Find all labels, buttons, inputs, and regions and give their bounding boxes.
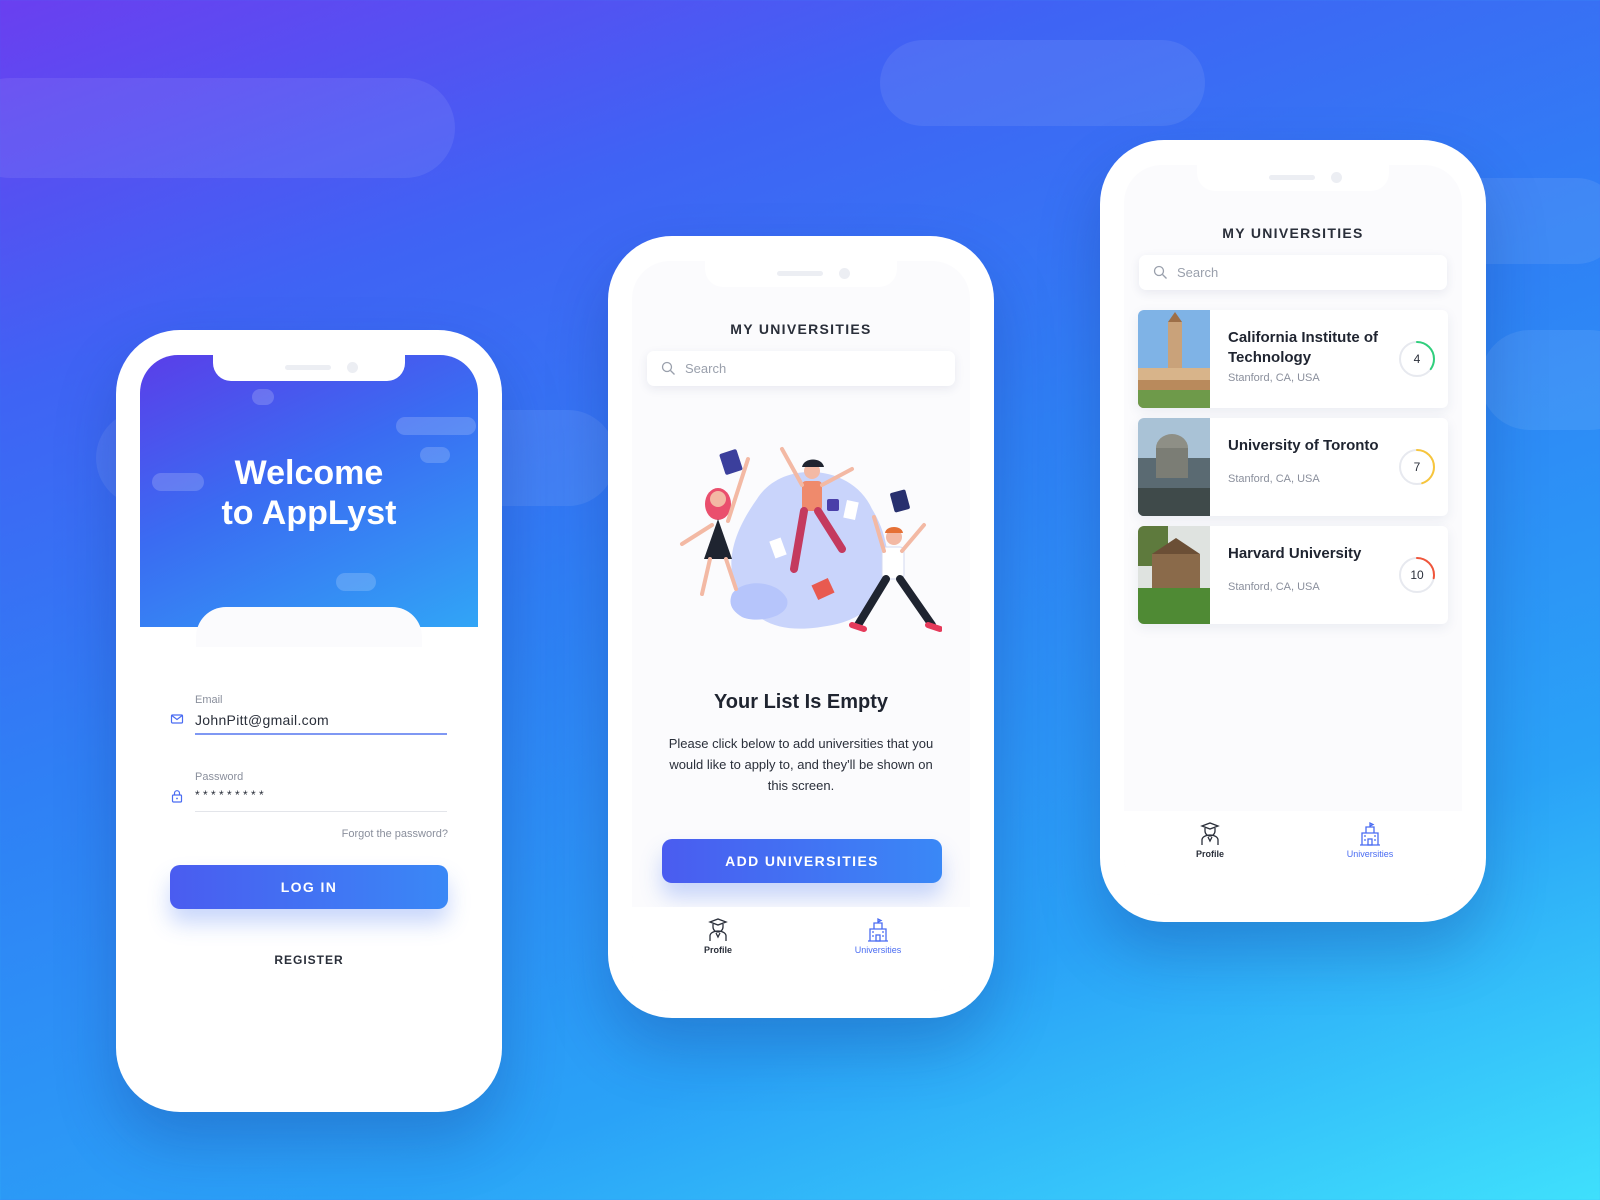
password-field[interactable]: * * * * * * * * * bbox=[195, 788, 264, 802]
hero-curve bbox=[196, 607, 422, 647]
university-location: Stanford, CA, USA bbox=[1228, 581, 1320, 593]
university-list-screen: MY UNIVERSITIES Search California Instit… bbox=[1124, 165, 1462, 895]
welcome-line-2: to AppLyst bbox=[221, 494, 397, 532]
score-value: 10 bbox=[1410, 568, 1424, 582]
tab-universities[interactable]: Universities bbox=[1310, 821, 1430, 859]
page-title: MY UNIVERSITIES bbox=[730, 321, 872, 337]
university-card[interactable]: California Institute of Technology Stanf… bbox=[1138, 310, 1448, 408]
background-shape bbox=[1480, 330, 1600, 430]
university-card[interactable]: Harvard University Stanford, CA, USA 10 bbox=[1138, 526, 1448, 624]
score-ring: 10 bbox=[1398, 556, 1436, 594]
jumping-students-illustration bbox=[680, 447, 942, 632]
email-field[interactable]: JohnPitt@gmail.com bbox=[195, 712, 329, 728]
login-screen: Welcome to AppLyst Email JohnPitt@gmail.… bbox=[140, 355, 478, 1085]
search-placeholder: Search bbox=[685, 361, 727, 376]
lock-icon bbox=[171, 790, 183, 803]
tab-label: Universities bbox=[854, 945, 902, 955]
login-button[interactable]: LOG IN bbox=[170, 865, 448, 909]
mail-icon bbox=[170, 714, 184, 724]
tab-label: Profile bbox=[1195, 849, 1224, 859]
university-card[interactable]: University of Toronto Stanford, CA, USA … bbox=[1138, 418, 1448, 516]
search-icon bbox=[1153, 265, 1167, 279]
phone-login: Welcome to AppLyst Email JohnPitt@gmail.… bbox=[116, 330, 502, 1112]
empty-state-description: Please click below to add universities t… bbox=[668, 736, 934, 793]
university-name: Harvard University bbox=[1228, 545, 1362, 562]
graduate-icon bbox=[1200, 822, 1220, 845]
university-icon bbox=[1360, 821, 1380, 846]
score-ring: 7 bbox=[1398, 448, 1436, 486]
phone-notch bbox=[213, 355, 405, 381]
search-input[interactable]: Search bbox=[1139, 255, 1447, 290]
email-label: Email bbox=[195, 694, 223, 706]
tab-profile[interactable]: Profile bbox=[1150, 821, 1270, 859]
score-ring: 4 bbox=[1398, 340, 1436, 378]
score-value: 7 bbox=[1413, 460, 1421, 474]
university-photo bbox=[1138, 310, 1210, 408]
phone-notch bbox=[1197, 165, 1389, 191]
tab-universities[interactable]: Universities bbox=[818, 917, 938, 955]
background-shape bbox=[880, 40, 1205, 126]
tab-bar: Profile Universities bbox=[1124, 811, 1462, 895]
password-underline bbox=[195, 811, 447, 812]
phone-university-list: MY UNIVERSITIES Search California Instit… bbox=[1100, 140, 1486, 922]
add-universities-button[interactable]: ADD UNIVERSITIES bbox=[662, 839, 942, 883]
search-input[interactable]: Search bbox=[647, 351, 955, 386]
tab-bar: Profile Universities bbox=[632, 907, 970, 991]
search-icon bbox=[661, 361, 675, 375]
tab-label: Profile bbox=[703, 945, 732, 955]
university-location: Stanford, CA, USA bbox=[1228, 473, 1320, 485]
search-placeholder: Search bbox=[1177, 265, 1219, 280]
email-underline bbox=[195, 733, 447, 735]
tab-label: Universities bbox=[1346, 849, 1394, 859]
welcome-heading: Welcome to AppLyst bbox=[140, 453, 478, 533]
university-photo bbox=[1138, 526, 1210, 624]
background-shape bbox=[0, 78, 455, 178]
empty-list-screen: MY UNIVERSITIES Search Your List Is Empt… bbox=[632, 261, 970, 991]
register-link[interactable]: REGISTER bbox=[140, 953, 478, 967]
password-label: Password bbox=[195, 771, 244, 783]
university-photo bbox=[1138, 418, 1210, 516]
university-icon bbox=[868, 917, 888, 942]
university-name: University of Toronto bbox=[1228, 437, 1379, 454]
graduate-icon bbox=[708, 918, 728, 941]
phone-notch bbox=[705, 261, 897, 287]
tab-profile[interactable]: Profile bbox=[658, 917, 778, 955]
score-value: 4 bbox=[1413, 352, 1421, 366]
university-location: Stanford, CA, USA bbox=[1228, 372, 1320, 384]
welcome-line-1: Welcome bbox=[234, 454, 384, 492]
forgot-password-link[interactable]: Forgot the password? bbox=[342, 828, 448, 840]
university-name: California Institute of Technology bbox=[1228, 329, 1378, 366]
page-title: MY UNIVERSITIES bbox=[1222, 225, 1364, 241]
empty-state-title: Your List Is Empty bbox=[713, 691, 889, 713]
phone-empty-list: MY UNIVERSITIES Search Your List Is Empt… bbox=[608, 236, 994, 1018]
